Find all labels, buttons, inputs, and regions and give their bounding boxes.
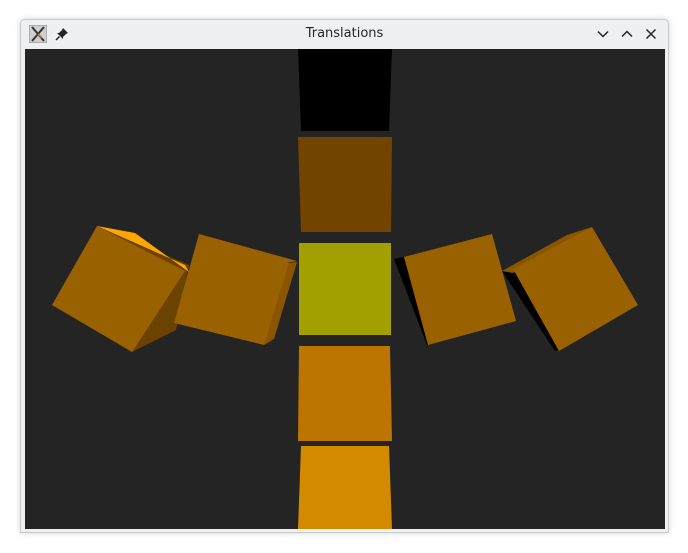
- cube-orange-mid: [298, 346, 392, 441]
- cube-center-olive: [299, 243, 391, 335]
- cube-orange-bright: [298, 446, 392, 529]
- window-title: Translations: [305, 26, 384, 41]
- maximize-button[interactable]: [619, 26, 635, 42]
- cube-brown: [298, 137, 392, 232]
- chevron-down-icon: [597, 30, 609, 38]
- 3d-scene: [52, 49, 638, 529]
- render-viewport[interactable]: [25, 49, 665, 529]
- chevron-up-icon: [621, 30, 633, 38]
- cube-inner-right: [394, 234, 516, 345]
- cube-far-left: [52, 226, 189, 352]
- cube-top-dark: [298, 49, 392, 131]
- cube-far-right: [502, 227, 638, 351]
- cube-inner-left: [174, 234, 297, 345]
- minimize-button[interactable]: [595, 26, 611, 42]
- close-button[interactable]: [643, 26, 659, 42]
- titlebar[interactable]: Translations: [21, 20, 668, 49]
- app-window: Translations: [20, 19, 669, 533]
- close-icon: [645, 28, 657, 40]
